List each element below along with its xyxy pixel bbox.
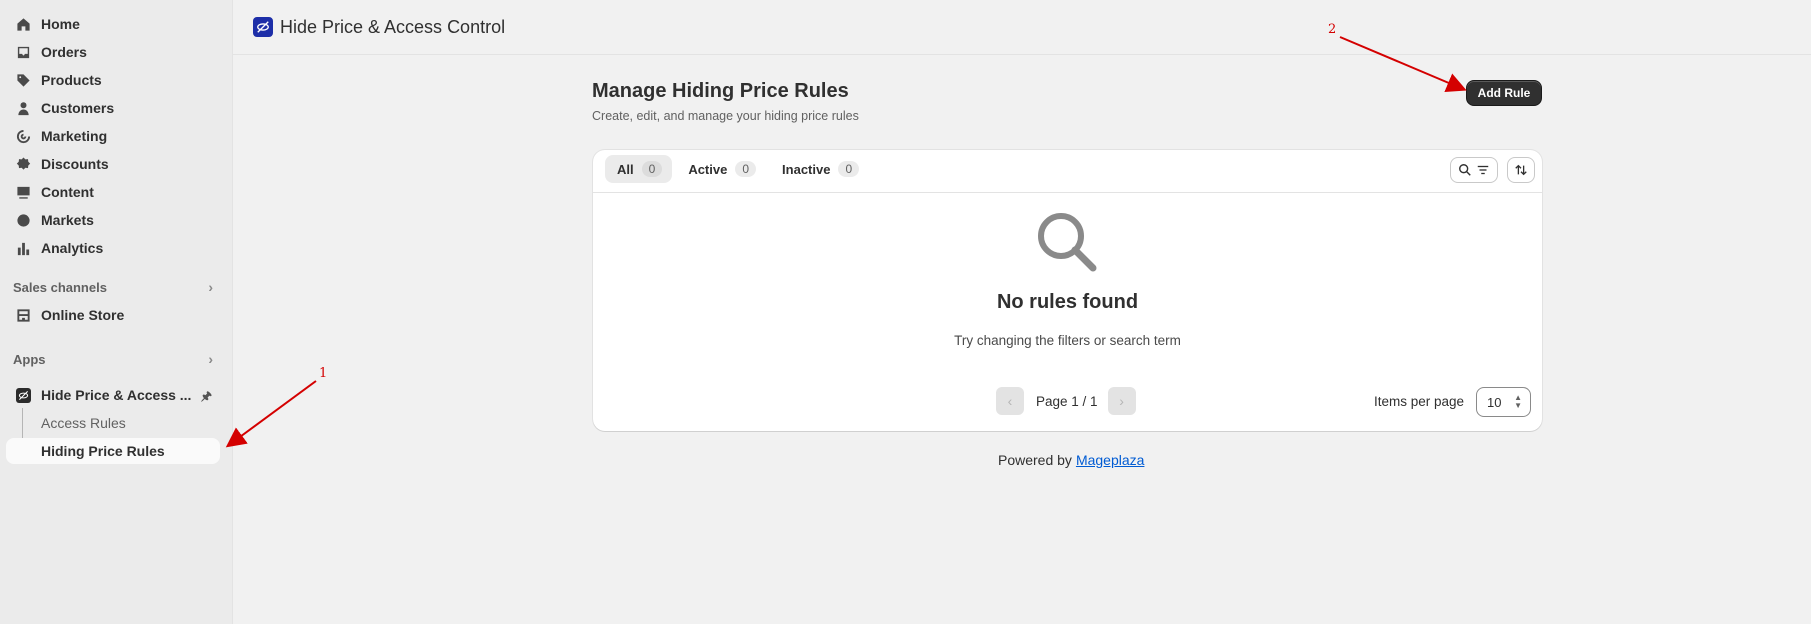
next-page-button[interactable]: › (1107, 387, 1136, 415)
sidebar-item-label: Customers (41, 100, 115, 116)
sidebar-item-online-store[interactable]: Online Store (6, 302, 220, 328)
sidebar-item-orders[interactable]: Orders (6, 39, 220, 65)
sidebar-item-label: Content (41, 184, 94, 200)
sidebar-item-label: Products (41, 72, 102, 88)
footer-powered-by: Powered by Mageplaza (998, 452, 1144, 468)
app-topbar: Hide Price & Access Control (233, 0, 1811, 55)
sidebar-item-marketing[interactable]: Marketing (6, 123, 220, 149)
sidebar-item-home[interactable]: Home (6, 11, 220, 37)
items-per-page-select[interactable]: 10 ▲ ▼ (1476, 387, 1531, 417)
sidebar-item-products[interactable]: Products (6, 67, 220, 93)
pin-icon[interactable]: 🖈 (201, 387, 212, 408)
sidebar-item-label: Analytics (41, 240, 104, 256)
tab-inactive[interactable]: Inactive 0 (770, 155, 869, 183)
apps-header[interactable]: Apps › (13, 351, 213, 367)
annotation-label-1: 1 (319, 366, 328, 381)
rules-card: All 0 Active 0 Inactive 0 No rules found… (593, 150, 1542, 431)
sales-channels-header[interactable]: Sales channels › (13, 279, 213, 295)
tab-label: Active (688, 161, 728, 177)
tag-icon (16, 73, 31, 88)
app-logo-icon (253, 17, 273, 37)
sidebar-item-discounts[interactable]: Discounts (6, 151, 220, 177)
page-title: Manage Hiding Price Rules (592, 80, 849, 102)
home-icon (16, 17, 31, 32)
sidebar-item-customers[interactable]: Customers (6, 95, 220, 121)
divider (593, 192, 1542, 193)
sidebar-item-label: Marketing (41, 128, 108, 144)
target-icon (16, 129, 31, 144)
app-title: Hide Price & Access Control (280, 16, 506, 37)
tab-active[interactable]: Active 0 (676, 155, 766, 183)
tab-label: Inactive (782, 161, 831, 177)
empty-state-title: No rules found (996, 291, 1139, 313)
sidebar-item-label: Access Rules (41, 415, 126, 431)
search-filter-button[interactable] (1450, 157, 1498, 183)
filter-icon (1477, 165, 1489, 175)
sort-icon (1515, 164, 1527, 176)
mageplaza-link[interactable]: Mageplaza (1076, 452, 1145, 468)
globe-icon (16, 213, 31, 228)
tab-count-badge: 0 (838, 161, 860, 177)
prev-page-button[interactable]: ‹ (996, 387, 1024, 415)
discount-icon (16, 156, 31, 172)
annotation-label-2: 2 (1328, 22, 1337, 37)
image-icon (16, 185, 31, 200)
filter-tabs: All 0 Active 0 Inactive 0 (605, 155, 873, 183)
person-icon (16, 101, 31, 116)
apps-label: Apps (13, 351, 46, 367)
inbox-icon (16, 45, 31, 60)
sidebar-item-app[interactable]: Hide Price & Access ... 🖈 (6, 382, 220, 408)
sidebar-item-label: Orders (41, 44, 87, 60)
search-icon (1459, 164, 1471, 176)
chevron-right-icon: › (208, 351, 213, 367)
page-indicator: Page 1 / 1 (1036, 393, 1098, 409)
chevron-right-icon: › (1119, 393, 1124, 409)
sidebar-item-markets[interactable]: Markets (6, 207, 220, 233)
chevron-left-icon: ‹ (1007, 393, 1013, 409)
items-per-page-value: 10 (1487, 394, 1502, 410)
store-icon (16, 308, 31, 323)
select-arrows-icon: ▲ ▼ (1514, 393, 1522, 410)
sidebar-item-label: Hide Price & Access ... (41, 387, 192, 403)
search-empty-icon (1038, 213, 1097, 272)
sidebar-item-hiding-price-rules[interactable]: Hiding Price Rules (6, 438, 220, 464)
sidebar-item-label: Discounts (41, 156, 109, 172)
sidebar-item-label: Hiding Price Rules (41, 443, 165, 459)
annotation-arrow-1 (225, 380, 317, 448)
page-subtitle: Create, edit, and manage your hiding pri… (592, 109, 859, 123)
bar-chart-icon (16, 241, 31, 256)
tab-label: All (617, 161, 634, 177)
sales-channels-label: Sales channels (13, 279, 107, 295)
app-logo-icon (16, 387, 31, 403)
powered-by-text: Powered by (998, 452, 1072, 468)
sort-button[interactable] (1507, 157, 1535, 183)
sidebar-item-access-rules[interactable]: Access Rules (6, 410, 220, 436)
tab-count-badge: 0 (735, 161, 757, 177)
empty-state-subtitle: Try changing the filters or search term (954, 333, 1181, 348)
tab-count-badge: 0 (641, 161, 663, 177)
sidebar: Home Orders Products Customers Marketing… (0, 0, 233, 624)
add-rule-button[interactable]: Add Rule (1466, 80, 1542, 106)
chevron-right-icon: › (208, 279, 213, 295)
sidebar-item-label: Markets (41, 212, 94, 228)
sidebar-item-label: Home (41, 16, 80, 32)
pagination: ‹ Page 1 / 1 › (996, 387, 1136, 415)
sidebar-item-label: Online Store (41, 307, 125, 323)
sidebar-item-content[interactable]: Content (6, 179, 220, 205)
tab-all[interactable]: All 0 (605, 155, 673, 183)
sidebar-item-analytics[interactable]: Analytics (6, 235, 220, 261)
items-per-page-label: Items per page (1374, 394, 1465, 409)
